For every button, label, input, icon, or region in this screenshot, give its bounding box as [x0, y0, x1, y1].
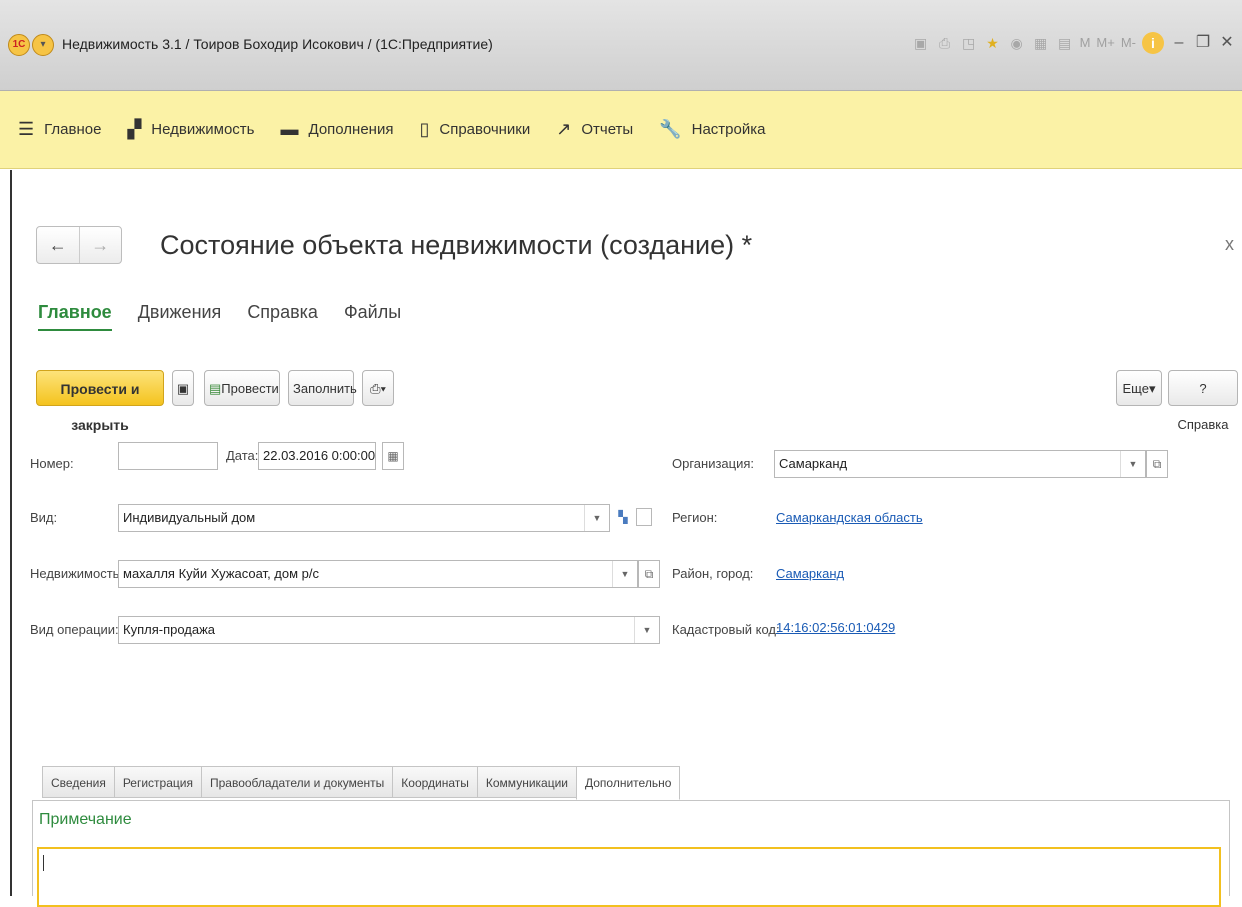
detail-tabs: Сведения Регистрация Правообладатели и д… [42, 766, 681, 800]
post-button[interactable]: ▤Провести [204, 370, 280, 406]
date-field[interactable]: 22.03.2016 0:00:00 [258, 442, 376, 470]
property-label: Недвижимость: [30, 566, 124, 581]
chart-line-icon: ↗ [556, 119, 572, 139]
property-field[interactable]: махалля Куйи Хужасоат, дом р/с ▼ [118, 560, 638, 588]
question-icon: ? [1199, 381, 1207, 396]
window-tools: ▣ ⎙ ◳ ★ ◉ ▦ ▤ M M+ M- i ‒ ❐ ✕ [912, 32, 1236, 54]
post-doc-icon: ▤ [209, 381, 222, 396]
section-main[interactable]: ☰ Главное [18, 119, 101, 140]
save-doc-icon[interactable]: ▣ [172, 370, 194, 406]
preview-icon[interactable]: ◳ [960, 32, 978, 54]
subtab-additional[interactable]: Дополнительно [576, 766, 681, 800]
text-caret [43, 855, 44, 871]
org-label: Организация: [672, 456, 755, 471]
more-button[interactable]: Еще▾ [1116, 370, 1162, 406]
close-form-button[interactable]: x [1225, 234, 1234, 255]
minimize-icon[interactable]: ‒ [1170, 32, 1188, 54]
sections-panel: ☰ Главное ▞ Недвижимость ▬ Дополнения ▯ Спра… [0, 91, 1242, 169]
chevron-down-icon[interactable]: ▼ [584, 505, 609, 531]
region-label: Регион: [672, 510, 718, 525]
open-icon[interactable]: ⧉ [638, 560, 660, 588]
additional-panel: Примечание [32, 800, 1230, 907]
print-menu-icon[interactable]: ⎙▾ [362, 370, 394, 406]
kind-label: Вид: [30, 510, 58, 525]
number-label: Номер: [30, 456, 74, 471]
history-nav: ← → [36, 226, 122, 264]
tab-movements[interactable]: Движения [138, 302, 222, 331]
subtab-communications[interactable]: Коммуникации [476, 766, 576, 798]
form-area: ← → Состояние объекта недвижимости (созд… [10, 170, 1242, 907]
form-tabs: Главное Движения Справка Файлы [38, 302, 401, 331]
command-bar: Провести и закрыть ▣ ▤Провести Заполнить… [36, 370, 1238, 433]
district-label: Район, город: [672, 566, 754, 581]
close-window-icon[interactable]: ✕ [1218, 32, 1236, 54]
operation-field[interactable]: Купля-продажа ▼ [118, 616, 660, 644]
restore-icon[interactable]: ❐ [1194, 32, 1212, 54]
kind-field[interactable]: Индивидуальный дом ▼ [118, 504, 610, 532]
section-property[interactable]: ▞ Недвижимость [127, 119, 254, 140]
print-icon[interactable]: ⎙ [936, 32, 954, 54]
main-menu-dropdown-icon[interactable]: ▾ [32, 34, 54, 56]
forward-arrow-icon[interactable]: → [78, 227, 122, 263]
section-additions[interactable]: ▬ Дополнения [281, 119, 394, 140]
history-icon[interactable]: ◉ [1008, 32, 1026, 54]
cadastral-label: Кадастровый код: [672, 622, 780, 637]
open-icon[interactable]: ⧉ [1146, 450, 1168, 478]
memory-m-button[interactable]: M [1080, 32, 1091, 54]
calendar-icon[interactable]: ▤ [1056, 32, 1074, 54]
subtab-info[interactable]: Сведения [42, 766, 114, 798]
fill-button[interactable]: Заполнить [288, 370, 357, 406]
favorite-star-icon[interactable]: ★ [984, 32, 1002, 54]
back-arrow-icon[interactable]: ← [37, 227, 79, 263]
hamburger-menu-icon: ☰ [18, 119, 35, 139]
subtab-registration[interactable]: Регистрация [113, 766, 201, 798]
calendar-picker-icon[interactable]: ▦ [382, 442, 404, 470]
tab-files[interactable]: Файлы [344, 302, 401, 331]
section-settings[interactable]: 🔧 Настройка [659, 119, 765, 140]
calculator-icon[interactable]: ▦ [1032, 32, 1050, 54]
wrench-icon: 🔧 [659, 119, 682, 139]
memory-plus-button[interactable]: M+ [1096, 32, 1114, 54]
folder-icon: ▬ [280, 119, 299, 139]
chevron-down-icon[interactable]: ▼ [612, 561, 637, 587]
post-and-close-button[interactable]: Провести и закрыть [36, 370, 164, 433]
chevron-down-icon[interactable]: ▼ [1120, 451, 1145, 477]
district-link[interactable]: Самарканд [776, 566, 844, 581]
chevron-down-icon[interactable]: ▼ [634, 617, 659, 643]
subtab-owners-documents[interactable]: Правообладатели и документы [200, 766, 393, 798]
help-button[interactable]: ? Справка [1168, 370, 1238, 432]
number-field[interactable] [118, 442, 218, 470]
tab-reference[interactable]: Справка [247, 302, 318, 331]
info-icon[interactable]: i [1142, 32, 1164, 54]
save-icon[interactable]: ▣ [912, 32, 930, 54]
structure-icon[interactable]: ▚ [612, 504, 634, 532]
subtab-coordinates[interactable]: Координаты [392, 766, 477, 798]
books-icon: ▯ [419, 119, 430, 139]
section-reports[interactable]: ↗ Отчеты [556, 119, 633, 140]
memory-minus-button[interactable]: M- [1121, 32, 1136, 54]
note-label: Примечание [39, 811, 132, 828]
window-titlebar: 1С ▾ Недвижимость 3.1 / Тоиров Боходир И… [0, 0, 1242, 91]
form-title: Состояние объекта недвижимости (создание… [160, 230, 753, 260]
tab-main[interactable]: Главное [38, 302, 112, 331]
region-link[interactable]: Самаркандская область [776, 510, 923, 525]
date-label: Дата: [226, 448, 259, 463]
building-icon: ▞ [127, 119, 142, 139]
section-references[interactable]: ▯ Справочники [419, 119, 530, 140]
window-title: Недвижимость 3.1 / Тоиров Боходир Исоков… [62, 36, 493, 52]
1c-logo-icon[interactable]: 1С [8, 34, 30, 56]
operation-label: Вид операции: [30, 622, 119, 637]
checkbox[interactable] [636, 508, 652, 526]
cadastral-link[interactable]: 14:16:02:56:01:0429 [776, 620, 895, 635]
org-field[interactable]: Самарканд ▼ [774, 450, 1146, 478]
note-textarea[interactable] [37, 847, 1221, 907]
